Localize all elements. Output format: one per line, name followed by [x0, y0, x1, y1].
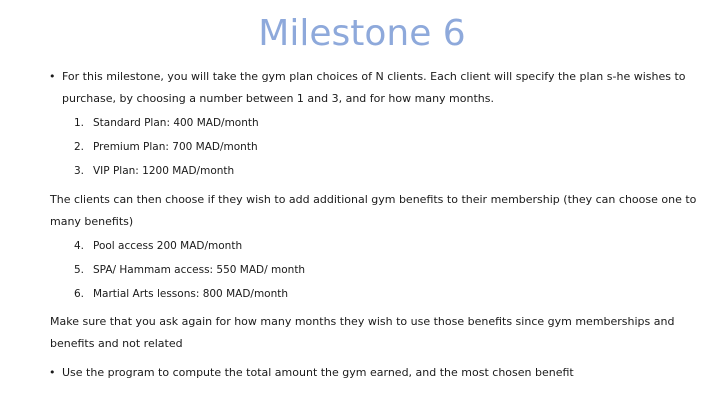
list-number: 5.: [73, 264, 84, 276]
intro-line-1: For this milestone, you will take the gy…: [62, 70, 686, 83]
slide-title: Milestone 6: [258, 13, 466, 54]
list-number: 2.: [73, 141, 84, 153]
reminder-line-2: benefits and not related: [50, 337, 183, 350]
benefit-item-pool: Pool access 200 MAD/month: [93, 240, 243, 252]
benefits-intro-line-2: many benefits): [50, 215, 134, 228]
bullet-marker: •: [49, 366, 56, 379]
benefit-item-spa: SPA/ Hammam access: 550 MAD/ month: [93, 264, 306, 276]
plan-item-premium: Premium Plan: 700 MAD/month: [93, 141, 258, 153]
intro-line-2: purchase, by choosing a number between 1…: [62, 92, 494, 105]
list-number: 4.: [73, 240, 84, 252]
benefits-intro-line-1: The clients can then choose if they wish…: [50, 193, 697, 206]
list-number: 6.: [73, 288, 84, 300]
benefit-item-martial-arts: Martial Arts lessons: 800 MAD/month: [93, 288, 289, 300]
final-instruction: Use the program to compute the total amo…: [62, 366, 574, 379]
list-number: 3.: [73, 165, 84, 177]
plan-item-vip: VIP Plan: 1200 MAD/month: [93, 165, 235, 177]
bullet-marker: •: [49, 70, 56, 83]
reminder-line-1: Make sure that you ask again for how man…: [50, 315, 675, 328]
plan-item-standard: Standard Plan: 400 MAD/month: [93, 117, 259, 129]
list-number: 1.: [73, 117, 84, 129]
